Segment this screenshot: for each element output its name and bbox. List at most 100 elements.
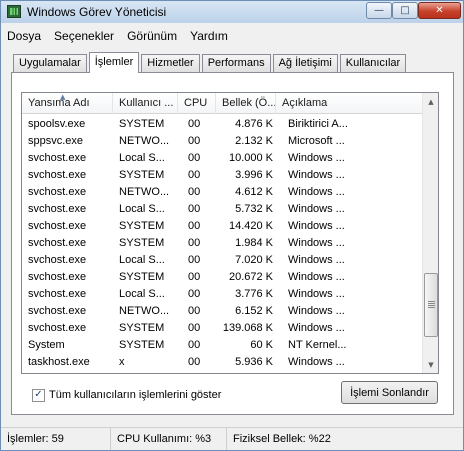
process-cpu: 00 [188,118,201,130]
table-row[interactable]: svchost.exe Local S... 00 3.776 K Windows ..… [22,286,422,303]
show-all-users-checkbox[interactable]: ✓ [32,388,45,402]
table-row[interactable]: svchost.exe SYSTEM 00 139.068 K Windows ... [22,320,422,337]
end-process-button[interactable]: İşlemi Sonlandır [341,381,438,404]
list-header: ▲ Yansıma Adı Kullanıcı ... CPU Bellek (… [22,93,422,114]
process-user: NETWO... [119,305,170,317]
process-description: NT Kernel... [288,339,347,351]
process-memory: 5.732 K [235,203,273,215]
table-row[interactable]: svchost.exe Local S... 00 5.732 K Windows ..… [22,201,422,218]
table-row[interactable]: spoolsv.exe SYSTEM 00 4.876 K Biriktirici A.… [22,116,422,133]
column-user[interactable]: Kullanıcı ... [113,93,178,114]
process-user: x [119,356,125,368]
tab-networking[interactable]: Ağ İletişimi [272,54,338,72]
process-name: System [28,339,65,351]
table-row[interactable]: svchost.exe SYSTEM 00 14.420 K Windows ... [22,218,422,235]
process-description: Windows ... [288,305,345,317]
column-memory[interactable]: Bellek (Ö... [216,93,276,114]
process-cpu: 00 [188,271,201,283]
process-description: Biriktirici A... [288,118,348,130]
close-button[interactable]: ✕ [418,2,461,19]
tab-processes[interactable]: İşlemler [88,52,140,73]
process-memory: 60 K [250,339,273,351]
process-cpu: 00 [188,339,201,351]
process-cpu: 00 [188,220,201,232]
process-user: Local S... [119,203,165,215]
process-memory: 2.132 K [235,135,273,147]
process-name: spoolsv.exe [28,118,86,130]
tab-performance[interactable]: Performans [201,54,271,72]
menu-view[interactable]: Görünüm [127,29,177,43]
process-memory: 20.672 K [228,271,273,283]
process-description: Windows ... [288,152,345,164]
process-user: SYSTEM [119,118,165,130]
process-cpu: 00 [188,186,201,198]
window-title: Windows Görev Yöneticisi [27,5,167,19]
column-cpu[interactable]: CPU [178,93,216,114]
process-memory: 3.776 K [235,288,273,300]
table-row[interactable]: taskhost.exe x 00 5.936 K Windows ... [22,354,422,371]
table-row[interactable]: svchost.exe Local S... 00 7.020 K Windows ..… [22,252,422,269]
column-image-name[interactable]: ▲ Yansıma Adı [22,93,113,114]
tab-users[interactable]: Kullanıcılar [339,54,407,72]
process-name: svchost.exe [28,203,87,215]
minimize-button[interactable]: — [366,2,392,19]
process-user: SYSTEM [119,339,165,351]
title-bar[interactable]: Windows Görev Yöneticisi — □ ✕ [1,1,463,23]
menu-file[interactable]: Dosya [7,29,41,43]
process-name: svchost.exe [28,322,87,334]
process-user: SYSTEM [119,169,165,181]
process-cpu: 00 [188,254,201,266]
tab-strip: Uygulamalar İşlemler Hizmetler Performan… [13,52,408,73]
process-description: Windows ... [288,254,345,266]
scroll-down-arrow-icon[interactable]: ▼ [423,356,438,373]
process-cpu: 00 [188,135,201,147]
table-row[interactable]: System SYSTEM 00 60 K NT Kernel... [22,337,422,354]
process-name: svchost.exe [28,169,87,181]
table-row[interactable]: sppsvc.exe NETWO... 00 2.132 K Microsoft ... [22,133,422,150]
vertical-scrollbar[interactable]: ▲ ▼ [422,93,438,373]
process-memory: 5.936 K [235,356,273,368]
sort-ascending-icon: ▲ [60,93,66,101]
process-user: Local S... [119,254,165,266]
process-list[interactable]: ▲ Yansıma Adı Kullanıcı ... CPU Bellek (… [21,92,439,374]
process-cpu: 00 [188,322,201,334]
process-name: taskhost.exe [28,356,90,368]
table-row[interactable]: svchost.exe NETWO... 00 4.612 K Windows ... [22,184,422,201]
menu-options[interactable]: Seçenekler [54,29,114,43]
process-user: Local S... [119,288,165,300]
tab-services[interactable]: Hizmetler [141,54,200,72]
status-bar: İşlemler: 59 CPU Kullanımı: %3 Fiziksel … [1,427,463,450]
process-user: SYSTEM [119,322,165,334]
process-memory: 3.996 K [235,169,273,181]
process-name: sppsvc.exe [28,135,84,147]
scrollbar-grip-icon [428,301,435,308]
scrollbar-thumb[interactable] [424,273,438,337]
table-row[interactable]: svchost.exe SYSTEM 00 1.984 K Windows ... [22,235,422,252]
tab-applications[interactable]: Uygulamalar [13,54,87,72]
show-all-users-option[interactable]: ✓ Tüm kullanıcıların işlemlerini göster [32,388,221,402]
process-cpu: 00 [188,356,201,368]
process-name: svchost.exe [28,288,87,300]
process-memory: 14.420 K [228,220,273,232]
table-row[interactable]: svchost.exe NETWO... 00 6.152 K Windows ... [22,303,422,320]
process-cpu: 00 [188,152,201,164]
process-description: Windows ... [288,288,345,300]
table-row[interactable]: svchost.exe SYSTEM 00 20.672 K Windows ... [22,269,422,286]
process-cpu: 00 [188,305,201,317]
process-name: svchost.exe [28,254,87,266]
process-user: NETWO... [119,135,170,147]
process-user: NETWO... [119,186,170,198]
menu-help[interactable]: Yardım [190,29,228,43]
scroll-up-arrow-icon[interactable]: ▲ [423,93,438,110]
process-cpu: 00 [188,237,201,249]
table-row[interactable]: svchost.exe SYSTEM 00 3.996 K Windows ... [22,167,422,184]
menu-bar: Dosya Seçenekler Görünüm Yardım [1,26,463,46]
table-row[interactable]: svchost.exe Local S... 00 10.000 K Windows .… [22,150,422,167]
process-memory: 1.984 K [235,237,273,249]
column-description[interactable]: Açıklama [276,93,422,114]
process-user: SYSTEM [119,237,165,249]
process-cpu: 00 [188,203,201,215]
maximize-button[interactable]: □ [392,2,418,19]
process-memory: 139.068 K [222,322,273,334]
task-manager-window: Windows Görev Yöneticisi — □ ✕ Dosya Seç… [0,0,464,451]
